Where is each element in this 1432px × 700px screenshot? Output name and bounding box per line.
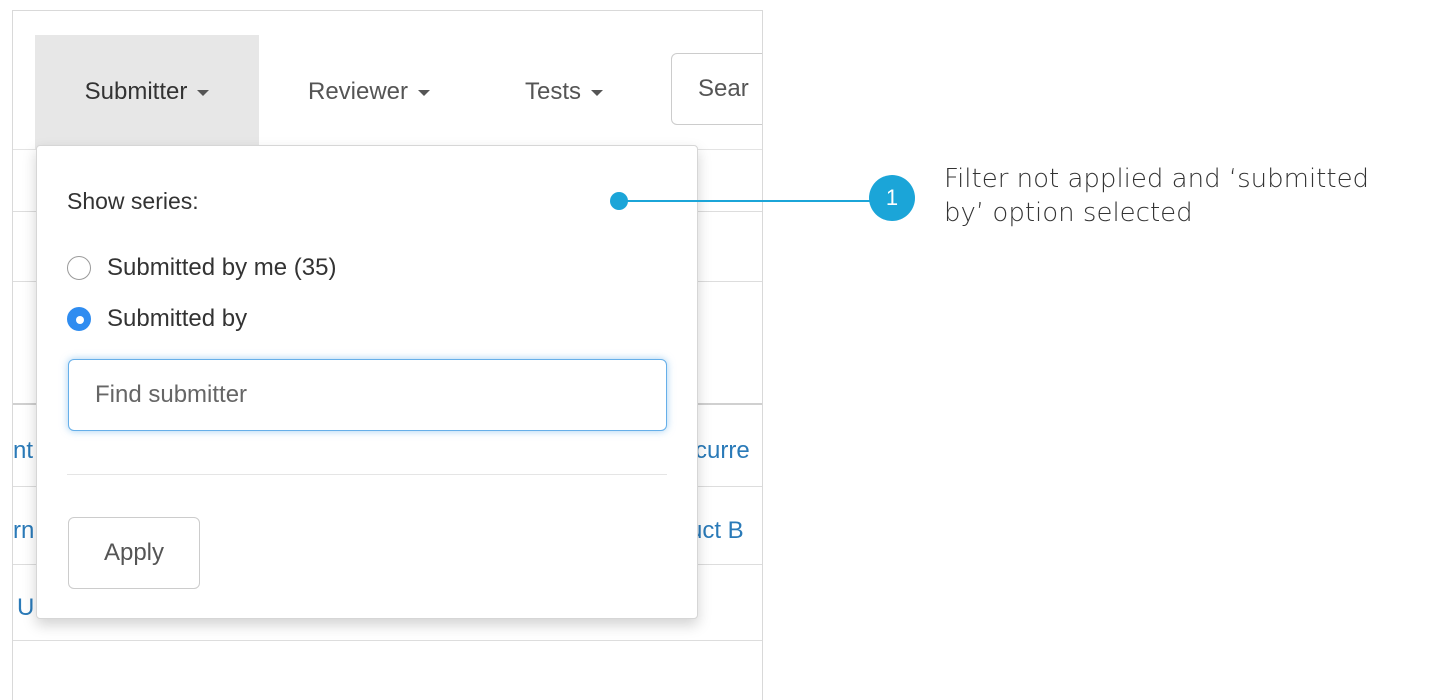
radio-checked-icon[interactable] xyxy=(67,307,91,331)
show-series-heading: Show series: xyxy=(67,188,199,214)
find-submitter-input[interactable] xyxy=(68,359,667,431)
nav-submitter-dropdown[interactable]: Submitter xyxy=(35,35,259,149)
nav-reviewer-label: Reviewer xyxy=(307,78,409,105)
radio-unchecked-icon[interactable] xyxy=(67,256,91,280)
caret-down-icon xyxy=(418,90,431,96)
table-link[interactable]: nt xyxy=(13,437,33,465)
callout-number-badge: 1 xyxy=(869,175,915,221)
nav-tests-label: Tests xyxy=(524,78,581,105)
radio-submitted-by-me[interactable]: Submitted by me (35) xyxy=(67,254,336,282)
submitter-dropdown-menu: Show series: Submitted by me (35) Submit… xyxy=(36,145,698,619)
radio-label: Submitted by xyxy=(107,305,248,332)
radio-label: Submitted by me (35) xyxy=(107,254,337,281)
table-link[interactable]: rn xyxy=(13,517,34,545)
search-input[interactable]: Sear xyxy=(671,53,762,125)
apply-button[interactable]: Apply xyxy=(68,517,200,589)
caret-down-icon xyxy=(197,90,210,96)
callout-text: Filter not applied and ‘submitted by’ op… xyxy=(944,164,1370,228)
table-link[interactable]: curre xyxy=(695,437,750,465)
nav-tests-dropdown[interactable]: Tests xyxy=(489,35,639,149)
callout-connector-line xyxy=(619,200,879,202)
radio-submitted-by[interactable]: Submitted by xyxy=(67,305,247,333)
callout-dot xyxy=(610,192,628,210)
dropdown-divider xyxy=(67,474,667,475)
nav-reviewer-dropdown[interactable]: Reviewer xyxy=(269,35,469,149)
caret-down-icon xyxy=(591,90,603,96)
nav-submitter-label: Submitter xyxy=(84,78,188,105)
search-placeholder: Sear xyxy=(698,75,749,102)
row-divider xyxy=(13,640,762,641)
table-link[interactable]: U xyxy=(17,594,34,622)
filter-navbar: Submitter Reviewer Tests Sear xyxy=(13,35,762,150)
